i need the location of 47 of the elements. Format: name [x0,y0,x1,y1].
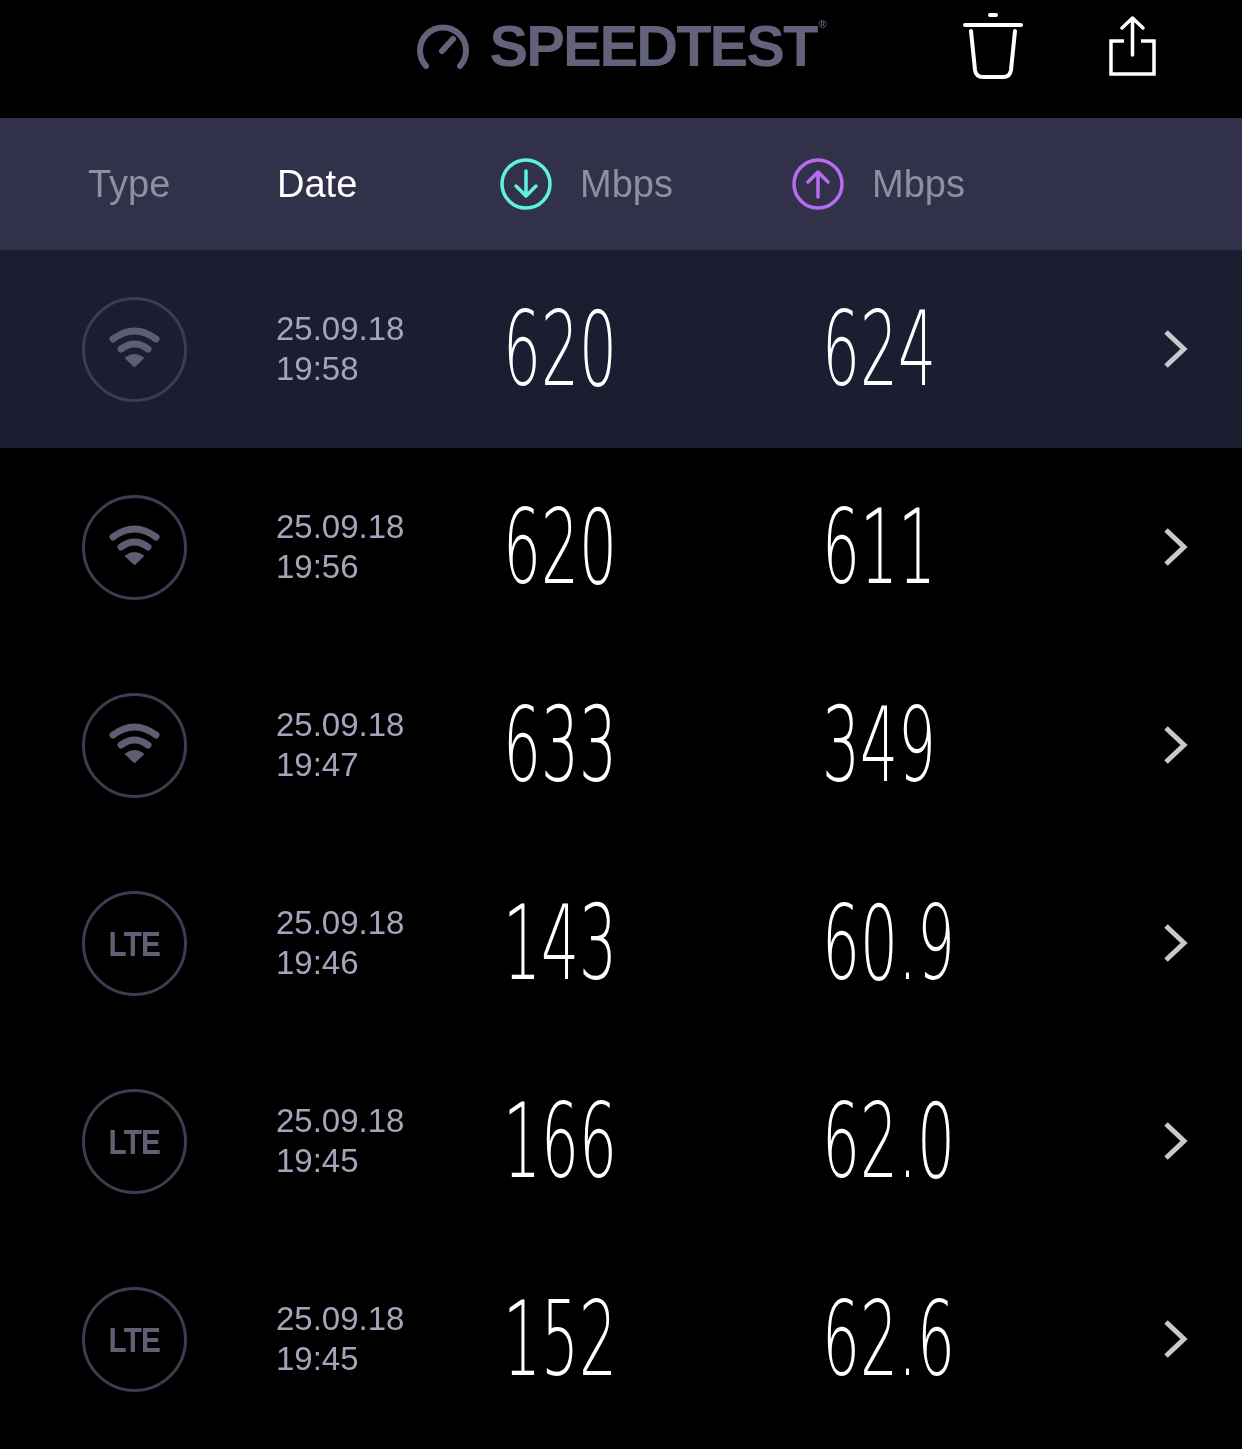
download-value: 633 [503,693,618,797]
date-text: 25.09.18 [276,507,405,547]
column-header[interactable]: Date [277,165,358,203]
date-text: 25.09.18 [276,309,405,349]
download-value: 166 [503,1089,618,1193]
upload-value: 624 [822,297,937,401]
wifi-icon [82,494,187,600]
time-text: 19:47 [276,745,359,785]
upload-value: 349 [822,693,937,797]
upload-value: 62.0 [822,1089,955,1193]
time-text: 19:56 [276,547,359,587]
chevron-right-icon [1163,725,1188,765]
share-button[interactable] [1108,15,1157,77]
network-type-badge: LTE [82,890,187,996]
upload-value: 60.9 [822,891,955,995]
chevron-right-icon [1163,527,1188,567]
download-value: 620 [503,297,618,401]
time-text: 19:58 [276,349,359,389]
gauge-icon [415,22,470,70]
date-text: 25.09.18 [276,1101,405,1141]
column-header[interactable]: Type [88,165,171,203]
date-text: 25.09.18 [276,903,405,943]
share-icon [1108,15,1157,77]
upload-value: 611 [822,495,937,599]
column-header[interactable]: Mbps [792,158,965,210]
wifi-icon [82,296,187,402]
time-text: 19:45 [276,1339,359,1379]
column-header[interactable]: Mbps [500,158,673,210]
wifi-icon [82,692,187,798]
chevron-right-icon [1163,329,1188,369]
chevron-right-icon [1163,1121,1188,1161]
history-row[interactable]: 25.09.18 19:58 620 624 [0,250,1242,448]
app-logo-text: SPEEDTEST$^{®}$ [489,17,827,75]
delete-button[interactable] [963,13,1023,79]
date-text: 25.09.18 [276,1299,405,1339]
download-value: 152 [503,1287,618,1391]
download-value: 143 [503,891,618,995]
trash-icon [963,13,1023,79]
time-text: 19:45 [276,1141,359,1181]
time-text: 19:46 [276,943,359,983]
network-type-badge: LTE [82,1286,187,1392]
download-value: 620 [503,495,618,599]
chevron-right-icon [1163,1319,1188,1359]
date-text: 25.09.18 [276,705,405,745]
upload-value: 62.6 [822,1287,955,1391]
chevron-right-icon [1163,923,1188,963]
network-type-badge: LTE [82,1088,187,1194]
